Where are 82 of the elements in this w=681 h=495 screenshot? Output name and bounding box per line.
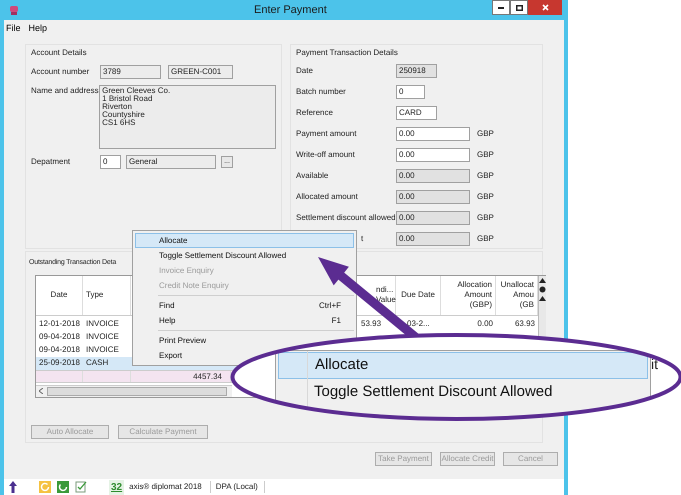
refresh-icon[interactable] [57,481,69,493]
group-title: Payment Transaction Details [296,47,399,59]
close-button[interactable] [528,0,562,15]
minimize-button[interactable] [492,0,510,15]
input-field[interactable]: 0.00 [396,148,470,162]
currency-label: GBP [477,149,494,161]
horizontal-scrollbar[interactable] [36,384,232,396]
field-label: Settlement discount allowed [296,213,396,222]
up-arrow-icon[interactable] [539,276,546,284]
column-header[interactable]: ndi... Value [376,285,395,305]
table-cell: 12-01-2018 [39,319,80,328]
input-field[interactable]: 0.00 [396,127,470,141]
field-label: Reference [296,108,333,117]
account-code-field[interactable]: GREEN-C001 [168,65,233,79]
field-label: Write-off amount [296,150,355,159]
menu-item[interactable]: Help [28,22,48,36]
up-arrow-icon[interactable] [9,481,17,493]
menu-item[interactable]: File [6,22,21,36]
field-label: Account number [31,66,90,78]
menu-item[interactable]: Toggle Settlement Discount Allowed [159,250,286,262]
table-cell: 03-2... [407,319,430,328]
minimize-icon [498,6,504,8]
table-cell: INVOICE [86,345,119,354]
currency-label: GBP [477,233,494,245]
address-field[interactable]: Green Cleeves Co. 1 Bristol Road Riverton Countyshire CS1 6HS [99,85,276,149]
input-field[interactable]: 250918 [396,64,437,78]
shortcut-label: Ctrl+F [319,300,341,312]
menu-item[interactable]: Allocate [135,233,354,248]
currency-label: GBP [477,212,494,224]
field-label: Date [296,66,313,75]
group-title: Account Details [31,47,88,59]
menu-item[interactable]: Help [159,314,176,326]
shortcut-label: F1 [332,314,341,326]
column-header[interactable]: Unallocat Amou (GB [499,280,534,310]
total-cell: 4457.34 [193,372,222,380]
close-icon [542,4,548,11]
account-number-field[interactable]: 3789 [100,65,161,79]
input-field[interactable]: 0.00 [396,232,470,246]
field-label: Payment amount [296,129,356,138]
currency-label: GBP [477,128,494,140]
field-label: Available [296,171,328,180]
column-header[interactable]: Date [39,290,79,300]
table-cell: 63.93 [514,319,535,328]
maximize-icon [516,4,522,10]
table-cell: INVOICE [86,332,119,341]
input-field[interactable]: CARD [396,106,437,120]
product-name: axis® diplomat 2018 [129,481,211,493]
column-header[interactable]: Due Date [399,290,437,300]
input-field[interactable]: 0.00 [396,211,470,225]
text-fragment: it [651,355,658,374]
department-code-field[interactable]: 0 [100,155,121,169]
menu-item[interactable]: Export [159,350,182,362]
maximize-button[interactable] [510,0,528,15]
table-cell: INVOICE [86,319,119,328]
count-badge: 32 [109,480,124,494]
field-label: Depatment [31,156,72,168]
table-cell: 09-04-2018 [39,332,80,341]
field-label: Batch number [296,87,346,96]
input-field[interactable]: 0.00 [396,190,470,204]
input-field[interactable]: 0.00 [396,169,470,183]
department-name-field[interactable]: General [126,155,216,169]
table-cell: 09-04-2018 [39,345,80,354]
field-label: t [361,234,364,243]
window-title: Enter Payment [254,2,327,18]
column-header[interactable]: Allocation Amount (GBP) [444,280,492,310]
checklist-icon[interactable] [75,481,87,493]
field-label: Name and address [31,85,100,97]
column-header[interactable]: Type [86,290,127,300]
table-cell: CASH [86,358,108,367]
table-cell: 53.93 [361,319,382,328]
field-label: Allocated amount [296,192,358,201]
table-cell: 25-09-2018 [39,358,80,367]
scrollbar-thumb[interactable] [47,386,227,396]
up-arrow-icon[interactable] [539,294,546,302]
menu-item[interactable]: Find [159,300,175,312]
menu-item[interactable]: Print Preview [159,334,206,346]
table-cell: 0.00 [477,319,493,328]
database-name: DPA (Local) [216,481,265,493]
app-icon [9,4,19,16]
currency-label: GBP [477,170,494,182]
currency-label: GBP [477,191,494,203]
input-field[interactable]: 0 [396,85,425,99]
